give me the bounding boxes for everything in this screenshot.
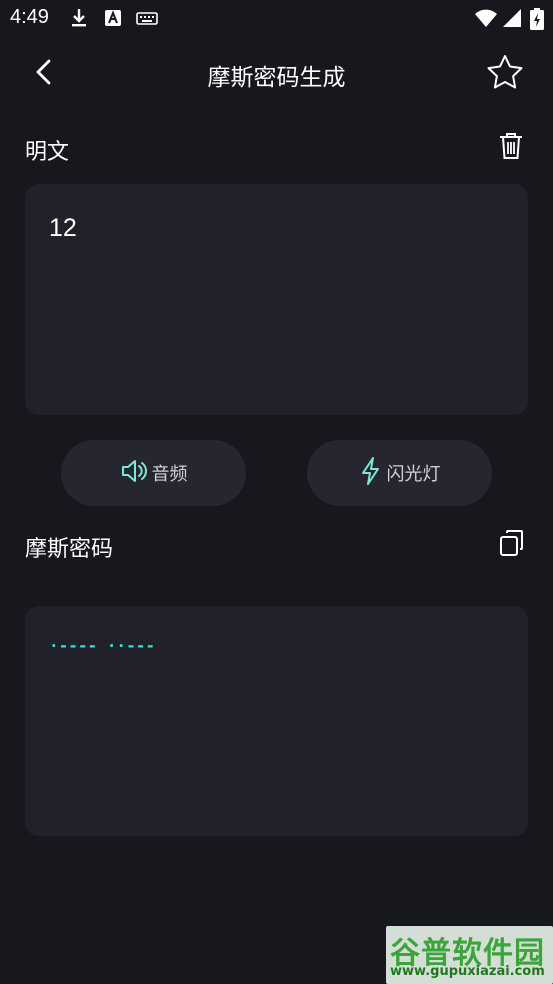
plaintext-input[interactable]: 12 xyxy=(49,214,77,243)
audio-button[interactable]: 音频 xyxy=(61,440,246,506)
app-bar: 摩斯密码生成 xyxy=(0,44,553,104)
star-outline-icon xyxy=(486,54,524,94)
watermark-url: www.gupuxiazai.com xyxy=(390,964,545,979)
audio-label: 音频 xyxy=(151,464,188,485)
morse-label: 摩斯密码 xyxy=(25,537,114,562)
page-title: 摩斯密码生成 xyxy=(207,65,346,91)
flashlight-button[interactable]: 闪光灯 xyxy=(307,440,492,506)
lightning-icon xyxy=(359,456,383,490)
morse-output[interactable]: ·---- ··--- xyxy=(49,636,155,655)
status-time: 4:49 xyxy=(10,6,49,28)
status-bar: 4:49 xyxy=(0,0,553,38)
favorite-button[interactable] xyxy=(484,54,526,94)
speaker-icon xyxy=(120,458,148,488)
plaintext-input-card[interactable]: 12 xyxy=(25,184,528,415)
clear-button[interactable] xyxy=(494,130,528,166)
morse-output-card: ·---- ··--- xyxy=(25,606,528,836)
copy-icon xyxy=(499,529,525,561)
flashlight-label: 闪光灯 xyxy=(386,464,441,485)
copy-button[interactable] xyxy=(496,529,528,561)
wifi-icon xyxy=(474,8,498,32)
download-icon xyxy=(70,8,88,32)
screen: 4:49 摩斯密码生成 明文 12 音频 闪光灯 摩斯密码 ·---- ··--… xyxy=(0,0,553,984)
keyboard-icon xyxy=(136,8,158,32)
watermark: 谷普软件园 www.gupuxiazai.com xyxy=(386,926,553,984)
plaintext-label: 明文 xyxy=(25,140,70,165)
battery-charging-icon xyxy=(530,8,544,34)
signal-icon xyxy=(502,8,522,32)
trash-icon xyxy=(498,131,524,165)
a-letter-icon xyxy=(104,8,122,32)
